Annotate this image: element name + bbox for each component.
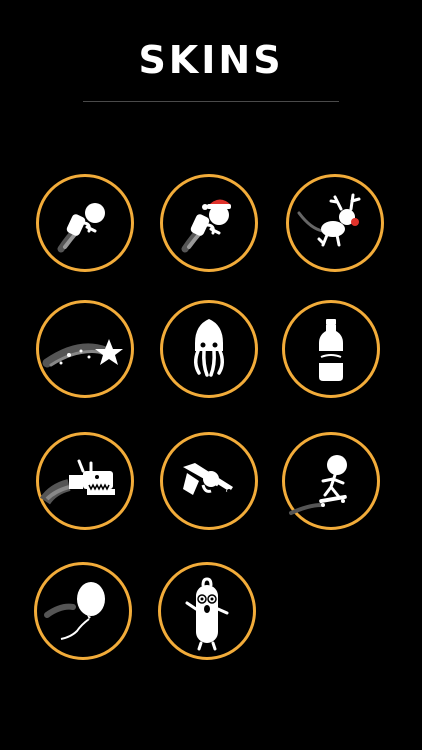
jetpack-santa-hat-icon: [181, 199, 231, 253]
revolver-icon: [183, 463, 233, 495]
skin-jetpack-stickman[interactable]: [36, 174, 134, 272]
skin-revolver[interactable]: [160, 432, 258, 530]
dragon-icon: [40, 459, 115, 505]
sausage-icon: [185, 577, 229, 651]
skin-jetpack-santa-hat[interactable]: [160, 174, 258, 272]
skin-balloon[interactable]: [34, 562, 132, 660]
skin-sausage[interactable]: [158, 562, 256, 660]
reindeer-icon: [297, 193, 361, 247]
page-title: SKINS: [138, 38, 284, 82]
jetpack-stickman-icon: [57, 203, 105, 253]
skin-shooting-star[interactable]: [36, 300, 134, 398]
squid-icon: [194, 319, 224, 377]
skin-dragon[interactable]: [36, 432, 134, 530]
shooting-star-icon: [42, 339, 123, 368]
bottle-icon: [319, 319, 343, 381]
skin-squid[interactable]: [160, 300, 258, 398]
skin-bottle[interactable]: [282, 300, 380, 398]
skateboard-stickman-icon: [289, 455, 347, 515]
balloon-icon: [44, 582, 105, 640]
skin-skateboard-stickman[interactable]: [282, 432, 380, 530]
skin-reindeer[interactable]: [286, 174, 384, 272]
title-divider: [83, 101, 339, 102]
